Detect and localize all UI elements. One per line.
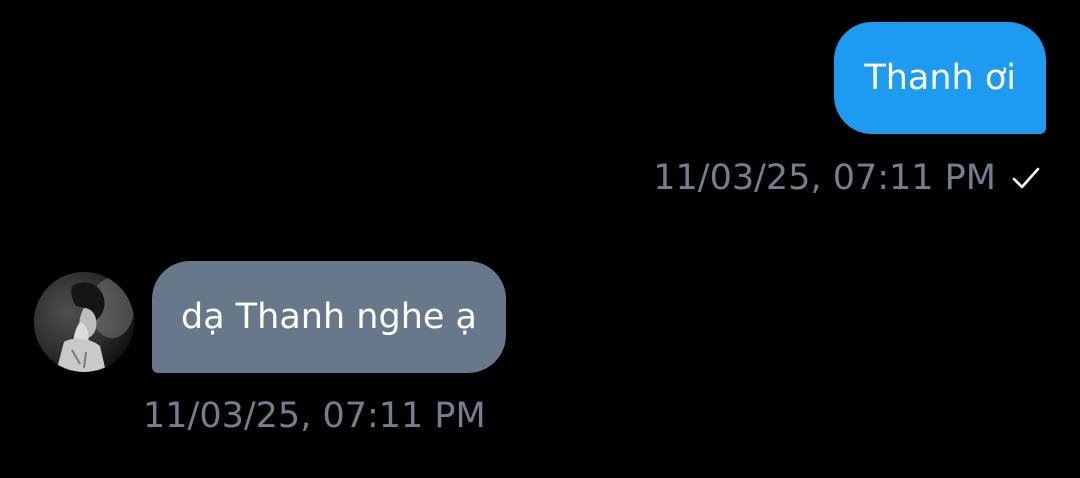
avatar[interactable] [34,272,134,372]
outgoing-message-text: Thanh ơi [864,58,1016,98]
incoming-message-text: dạ Thanh nghe ạ [181,297,477,337]
incoming-message-bubble[interactable]: dạ Thanh nghe ạ [152,261,506,373]
chat-thread: Thanh ơi 11/03/25, 07:11 PM dạ Thanh ngh… [0,0,1080,478]
outgoing-message-meta: 11/03/25, 07:11 PM [653,154,1042,202]
outgoing-message-bubble[interactable]: Thanh ơi [834,22,1046,134]
incoming-message-timestamp: 11/03/25, 07:11 PM [143,396,486,436]
check-icon [1012,167,1040,189]
outgoing-message-timestamp: 11/03/25, 07:11 PM [653,158,996,198]
avatar-image [34,272,134,372]
